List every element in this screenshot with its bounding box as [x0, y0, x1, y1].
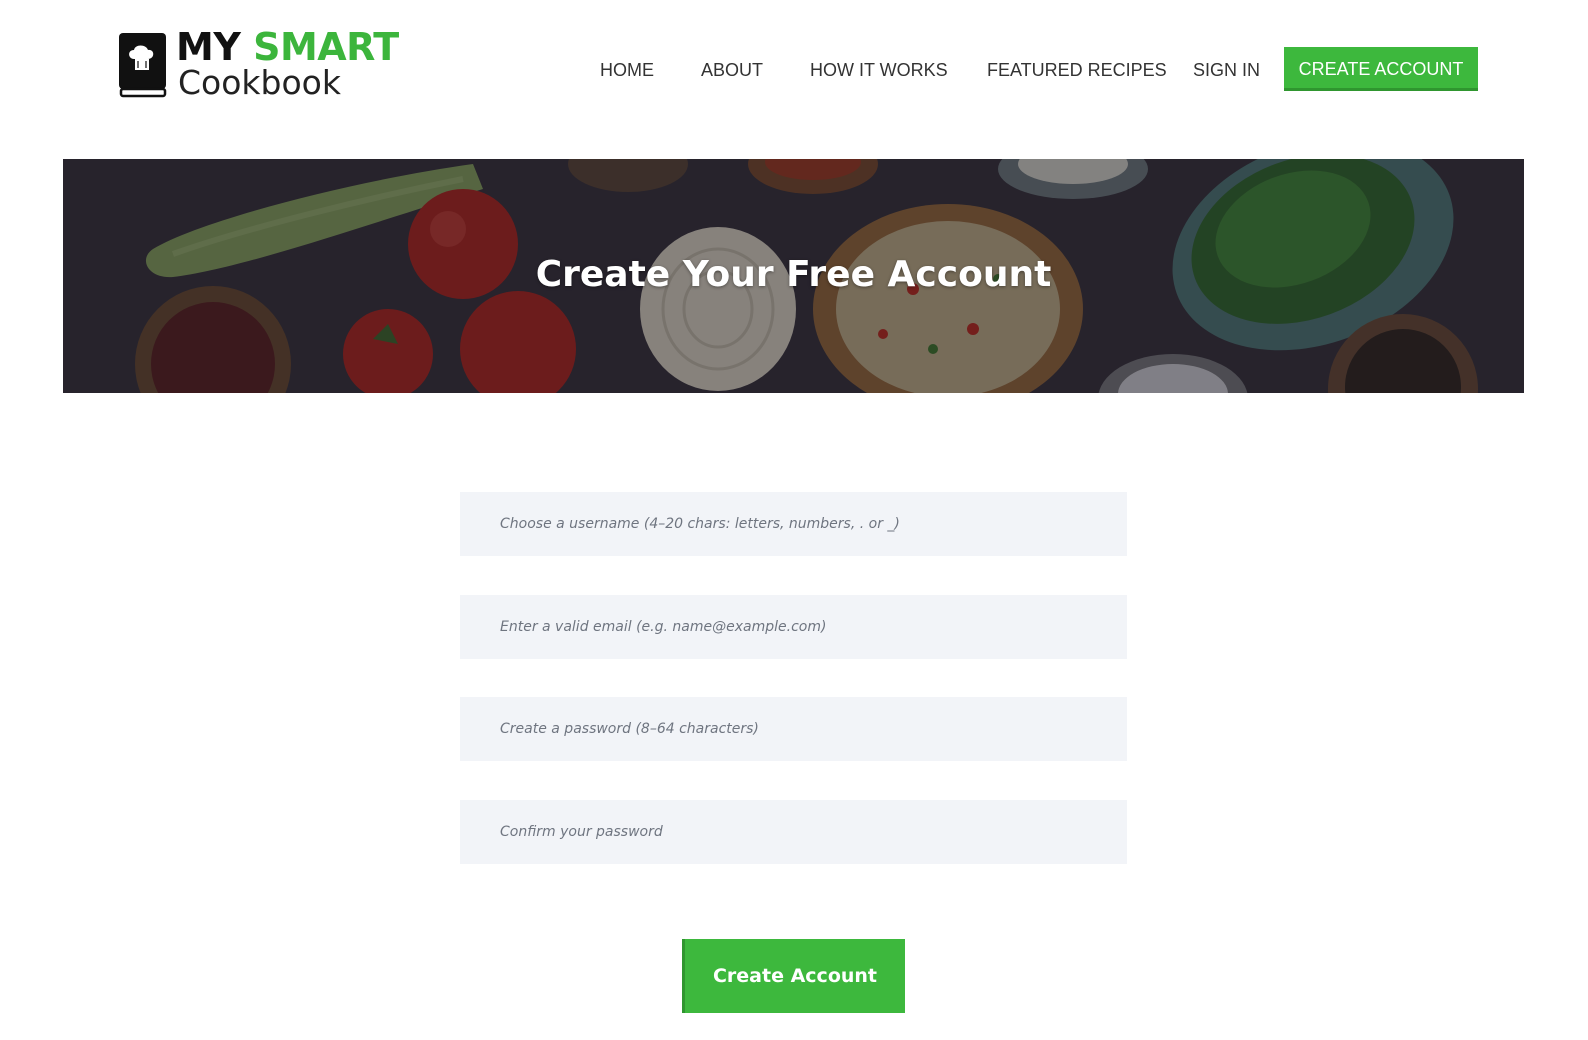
- nav-how-it-works[interactable]: HOW IT WORKS: [810, 47, 948, 91]
- logo-wordmark-bottom: Cookbook: [178, 63, 341, 102]
- hero-banner: Create Your Free Account: [63, 159, 1524, 393]
- nav-featured-recipes[interactable]: FEATURED RECIPES: [987, 47, 1167, 91]
- username-input[interactable]: [460, 492, 1127, 556]
- nav-about[interactable]: ABOUT: [701, 47, 763, 91]
- site-header: MY SMART Cookbook HOME ABOUT HOW IT WORK…: [0, 0, 1588, 159]
- nav-create-account-button[interactable]: CREATE ACCOUNT: [1284, 47, 1478, 91]
- chef-hat-book-icon: [119, 33, 167, 98]
- confirm-password-input[interactable]: [460, 800, 1127, 864]
- email-input[interactable]: [460, 595, 1127, 659]
- nav-sign-in[interactable]: SIGN IN: [1193, 47, 1260, 91]
- page-title: Create Your Free Account: [535, 254, 1052, 295]
- nav-home[interactable]: HOME: [600, 47, 654, 91]
- password-input[interactable]: [460, 697, 1127, 761]
- create-account-submit-button[interactable]: Create Account: [682, 939, 905, 1013]
- site-logo[interactable]: MY SMART Cookbook: [118, 25, 418, 102]
